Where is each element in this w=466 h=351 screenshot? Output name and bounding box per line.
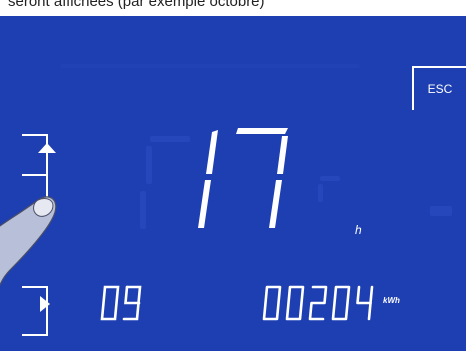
ghost-segment: [320, 176, 340, 181]
caption-text: seront affichées (par exemple octobre): [8, 0, 265, 10]
ghost-segment: [146, 146, 152, 184]
hours-unit: h: [355, 223, 362, 237]
ghost-segment: [430, 206, 452, 216]
month-digits-display: [100, 285, 142, 321]
ghost-segment: [140, 191, 146, 229]
lcd-screen: ESC h 17 09: [0, 16, 466, 351]
up-button[interactable]: [22, 134, 48, 176]
energy-digits-display: [262, 285, 374, 321]
triangle-right-icon: [40, 296, 50, 312]
triangle-up-icon: [38, 143, 56, 153]
side-button-middle[interactable]: [22, 176, 48, 216]
esc-button[interactable]: ESC: [412, 66, 466, 110]
ghost-segment: [318, 184, 323, 202]
energy-unit: kWh: [383, 296, 400, 305]
hours-digits-display: [198, 128, 288, 228]
ghost-segment: [150, 136, 190, 142]
ghost-segment: [60, 64, 360, 68]
